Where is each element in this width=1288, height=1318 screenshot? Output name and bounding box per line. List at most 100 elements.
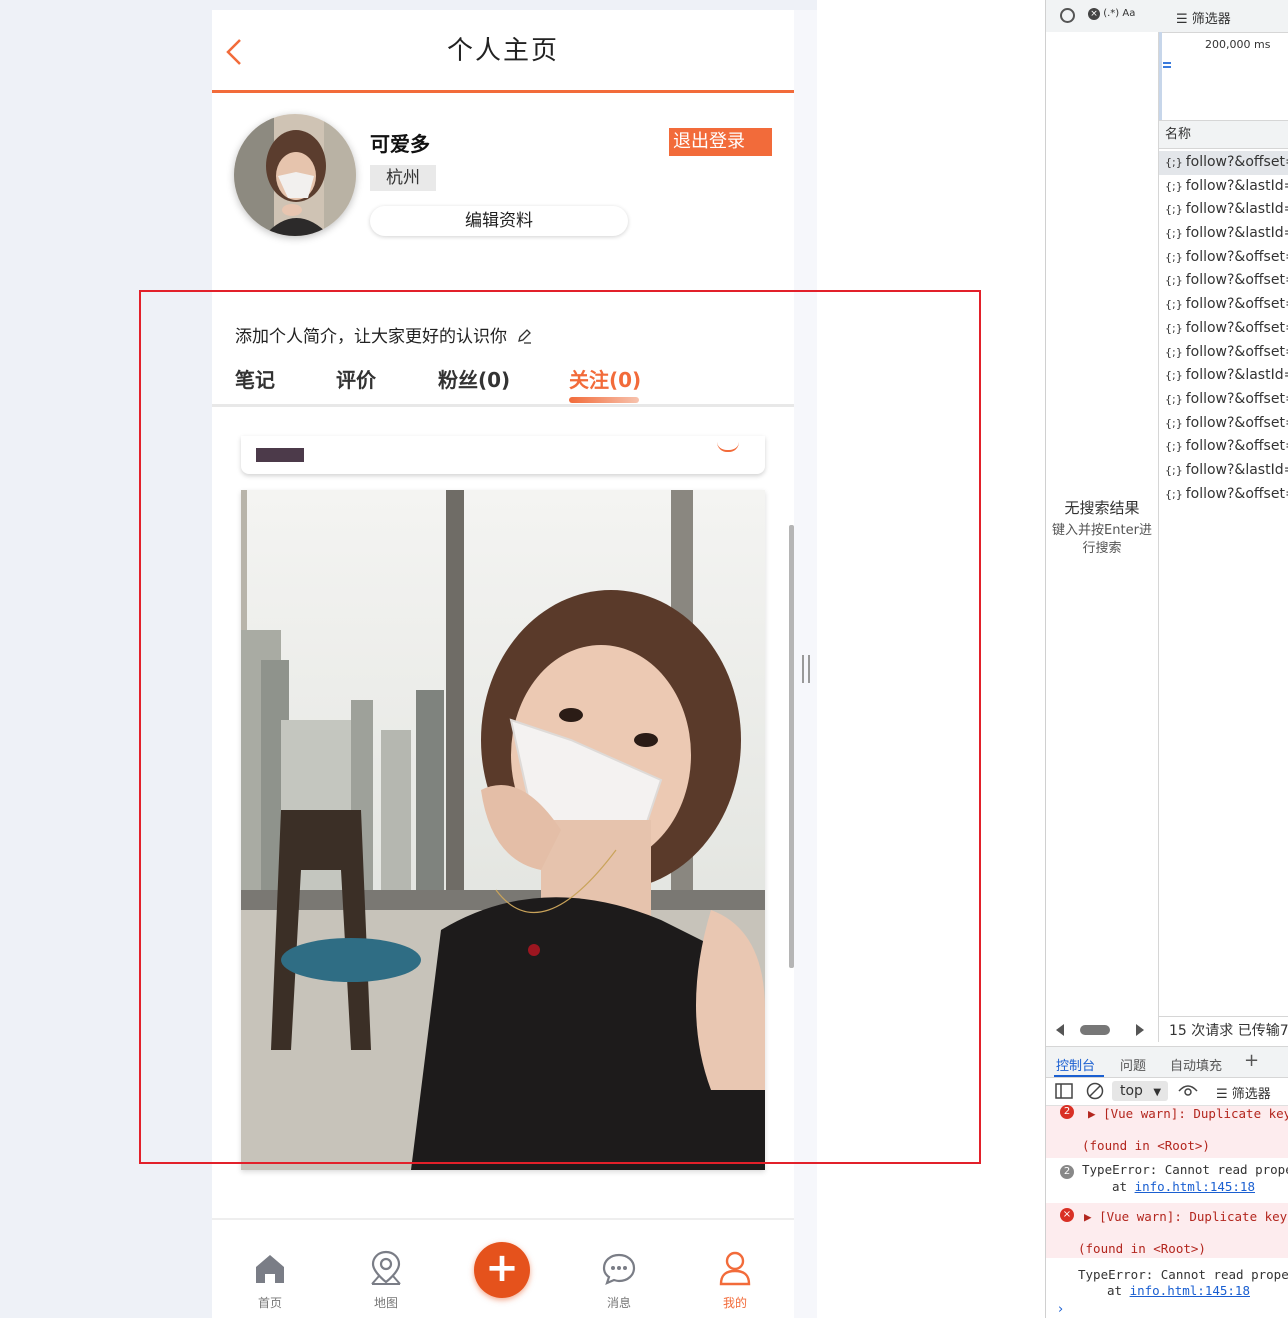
intro-text: 添加个人简介，让大家更好的认识你 [235, 327, 507, 347]
request-row[interactable]: {;} follow?&offset= [1159, 293, 1288, 317]
message-text: ▶ [Vue warn]: Duplicate keys [1084, 1209, 1288, 1224]
message-count-badge: 2 [1060, 1162, 1074, 1179]
request-name: follow?&offset= [1185, 248, 1288, 265]
add-post-button[interactable]: + [474, 1242, 530, 1298]
active-tab-indicator [569, 397, 639, 403]
console-filter-label: 筛选器 [1231, 1087, 1271, 1102]
fetch-request-icon: {;} [1165, 487, 1183, 501]
request-row[interactable]: {;} follow?&lastId= [1159, 459, 1288, 483]
dropdown-caret-icon: ▼ [1153, 1087, 1162, 1098]
fetch-request-icon: {;} [1165, 274, 1183, 288]
filter-icon: ☰ [1216, 1087, 1228, 1102]
edit-profile-button[interactable]: 编辑资料 [370, 206, 628, 236]
request-name: follow?&offset= [1185, 343, 1288, 360]
nav-messages-label: 消息 [606, 1296, 631, 1310]
request-name: follow?&offset= [1185, 414, 1288, 431]
request-row[interactable]: {;} follow?&offset= [1159, 341, 1288, 365]
console-message-warning[interactable]: × ▶ [Vue warn]: Duplicate keys (found in… [1046, 1203, 1288, 1258]
clear-icon[interactable]: × [1088, 8, 1100, 20]
resize-handle[interactable] [802, 655, 810, 683]
message-found-text: (found in <Root>) [1078, 1241, 1206, 1256]
filter-icon: ☰ [1176, 12, 1188, 27]
sidebar-toggle-icon[interactable] [1055, 1083, 1073, 1099]
no-results-text: 无搜索结果 [1064, 499, 1140, 517]
request-row[interactable]: {;} follow?&lastId= [1159, 198, 1288, 222]
network-filter[interactable]: ☰ 筛选器 [1176, 8, 1231, 27]
request-name: follow?&offset= [1185, 296, 1288, 313]
feed-photo[interactable] [241, 490, 765, 1170]
context-selector[interactable]: top ▼ [1112, 1081, 1168, 1101]
timeline-bar [1163, 62, 1171, 64]
search-icon[interactable] [1060, 8, 1075, 23]
add-tab-icon[interactable]: + [1244, 1050, 1259, 1071]
tab-fans[interactable]: 粉丝(0) [438, 364, 510, 393]
tab-notes[interactable]: 笔记 [235, 364, 275, 393]
request-name: follow?&lastId= [1185, 201, 1288, 218]
tab-issues[interactable]: 问题 [1120, 1055, 1146, 1074]
drawer-tabs: 控制台 问题 自动填充 + [1046, 1046, 1288, 1078]
console-message-warning[interactable]: 2 ▶ [Vue warn]: Duplicate key (found in … [1046, 1105, 1288, 1158]
filter-label: 筛选器 [1191, 12, 1231, 27]
emulator-gap [817, 0, 1045, 1318]
column-header-name[interactable]: 名称 [1159, 121, 1288, 149]
fetch-request-icon: {;} [1165, 250, 1183, 264]
intro-prompt[interactable]: 添加个人简介，让大家更好的认识你 [235, 322, 532, 347]
context-label: top [1120, 1083, 1143, 1099]
request-row[interactable]: {;} follow?&offset= [1159, 246, 1288, 270]
feed-card[interactable] [241, 436, 765, 474]
console-prompt-icon[interactable]: › [1058, 1302, 1063, 1317]
timeline-marker [1159, 32, 1162, 120]
chat-bubble-icon [602, 1253, 636, 1285]
request-row[interactable]: {;} follow?&lastId= [1159, 175, 1288, 199]
error-icon: × [1060, 1205, 1074, 1222]
pencil-icon[interactable] [516, 328, 532, 344]
request-name: follow?&offset= [1185, 485, 1288, 502]
pane-scroll-controls[interactable] [1046, 1016, 1158, 1044]
tab-autofill[interactable]: 自动填充 [1170, 1055, 1222, 1074]
message-text: TypeError: Cannot read proper [1078, 1267, 1288, 1282]
card-thumbnail [256, 448, 304, 462]
like-icon[interactable] [717, 440, 739, 452]
tab-console[interactable]: 控制台 [1056, 1055, 1095, 1074]
expand-triangle-icon[interactable]: ▶ [1084, 1209, 1099, 1224]
request-row[interactable]: {;} follow?&offset= [1159, 317, 1288, 341]
request-row[interactable]: {;} follow?&offset= [1159, 412, 1288, 436]
nav-mine-label: 我的 [722, 1296, 747, 1310]
nav-home-label: 首页 [257, 1296, 282, 1310]
clear-console-icon[interactable] [1086, 1082, 1104, 1100]
source-link[interactable]: info.html:145:18 [1130, 1283, 1250, 1298]
request-name: follow?&lastId= [1185, 225, 1288, 242]
request-row[interactable]: {;} follow?&offset= [1159, 483, 1288, 507]
message-found-text: (found in <Root>) [1082, 1138, 1210, 1153]
request-row[interactable]: {;} follow?&lastId= [1159, 222, 1288, 246]
network-timeline[interactable]: 200,000 ms [1159, 32, 1288, 121]
request-row[interactable]: {;} follow?&offset= [1159, 269, 1288, 293]
request-name: follow?&offset= [1185, 390, 1288, 407]
tab-following[interactable]: 关注(0) [569, 364, 641, 393]
request-row[interactable]: {;} follow?&offset= [1159, 388, 1288, 412]
message-text: ▶ [Vue warn]: Duplicate key [1088, 1106, 1288, 1121]
request-row[interactable]: {;} follow?&lastId= [1159, 364, 1288, 388]
avatar[interactable] [234, 114, 356, 236]
tab-reviews[interactable]: 评价 [336, 364, 376, 393]
regex-toggle[interactable]: × (.*) Aa [1088, 8, 1135, 20]
fetch-request-icon: {;} [1165, 298, 1183, 312]
fetch-request-icon: {;} [1165, 392, 1183, 406]
fetch-request-icon: {;} [1165, 369, 1183, 383]
console-message-error[interactable]: 2 TypeError: Cannot read prope at info.h… [1046, 1160, 1288, 1200]
message-stack: at info.html:145:18 [1112, 1179, 1255, 1194]
request-name: follow?&lastId= [1185, 177, 1288, 194]
nav-map-label: 地图 [373, 1296, 398, 1310]
message-stack: at info.html:145:18 [1107, 1283, 1250, 1298]
bottom-nav: 首页 地图 + 消息 我的 [212, 1218, 794, 1318]
source-link[interactable]: info.html:145:18 [1135, 1179, 1255, 1194]
console-message-error[interactable]: TypeError: Cannot read proper at info.ht… [1046, 1263, 1288, 1303]
fetch-request-icon: {;} [1165, 416, 1183, 430]
logout-button[interactable]: 退出登录 [669, 128, 772, 156]
request-row[interactable]: {;} follow?&offset= [1159, 151, 1288, 175]
request-row[interactable]: {;} follow?&offset= [1159, 435, 1288, 459]
eye-icon[interactable] [1178, 1084, 1198, 1098]
request-name: follow?&offset= [1185, 154, 1288, 170]
expand-triangle-icon[interactable]: ▶ [1088, 1106, 1103, 1121]
console-filter[interactable]: ☰ 筛选器 [1216, 1083, 1271, 1102]
